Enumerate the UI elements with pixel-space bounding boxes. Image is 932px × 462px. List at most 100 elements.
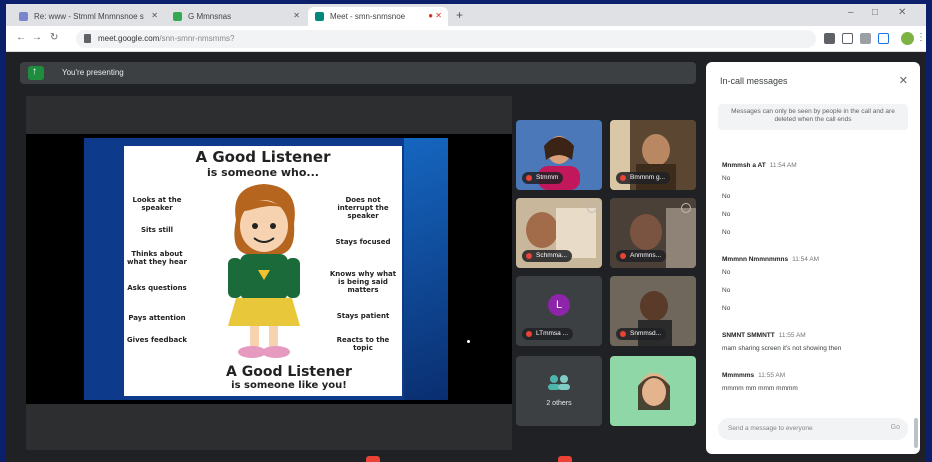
cast-icon[interactable] [878, 33, 889, 44]
chat-scrollbar[interactable] [914, 418, 918, 448]
message-header: Mnmmsh a AT 11:54 AM [722, 162, 908, 169]
participant-name: Snmmsd... [616, 328, 667, 340]
message-header: Mmmnn Nmmnmmns 11:54 AM [722, 256, 908, 263]
others-count: 2 others [546, 400, 572, 407]
profile-avatar[interactable] [901, 32, 914, 45]
message-text: mmmm mm mmm mmmm [722, 385, 798, 392]
presenting-banner: You're presenting [20, 62, 696, 84]
slide-item: Knows why what is being said matters [329, 270, 397, 294]
browser-window: Re: www - Stmml Mnmnsnoe s ✕ G Mmnsnas ✕… [6, 4, 926, 462]
message-header: Mmmmms 11:55 AM [722, 372, 908, 379]
url-host: meet.google.com [98, 34, 160, 43]
participant-name-text: Snmmsd... [630, 330, 662, 337]
participant-name: Anmmns... [616, 250, 667, 262]
participant-name-text: Stmmm [536, 174, 559, 181]
participant-name-text: Anmmns... [630, 252, 662, 259]
browser-toolbar: ← → ↻ meet.google.com/snn-smnr-nmsmms? ⋮ [6, 26, 926, 52]
reload-icon[interactable]: ↻ [50, 32, 58, 43]
message-time: 11:54 AM [792, 256, 820, 263]
message-header: SNMNT SMMNTT 11:55 AM [722, 332, 908, 339]
close-icon[interactable]: ✕ [293, 11, 300, 20]
pointer-dot [467, 340, 470, 343]
close-icon[interactable]: ✕ [899, 74, 908, 87]
message-sender: Mmmnn Nmmnmmns [722, 256, 789, 263]
chat-input-placeholder: Send a message to everyone [728, 425, 813, 432]
muted-mic-icon [526, 331, 532, 337]
participant-name-text: Schmma... [536, 252, 568, 259]
window-close-button[interactable]: ✕ [898, 7, 906, 18]
tab-strip: Re: www - Stmml Mnmnsnoe s ✕ G Mmnsnas ✕… [6, 4, 926, 26]
back-arrow-icon[interactable]: ← [16, 32, 26, 43]
participant-name: Bmmnm g... [616, 172, 671, 184]
slide-card: A Good Listener is someone who... Looks … [124, 146, 402, 396]
message-time: 11:55 AM [778, 332, 806, 339]
muted-mic-icon [620, 175, 626, 181]
message-sender: Mnmmsh a AT [722, 162, 766, 169]
participant-tile[interactable]: Schmma... [516, 198, 602, 268]
slide: A Good Listener is someone who... Looks … [84, 138, 448, 400]
message-sender: Mmmmms [722, 372, 755, 379]
slide-footer-subtitle: is someone like you! [231, 380, 347, 391]
participant-tile[interactable] [610, 356, 696, 426]
extension-icon[interactable] [860, 33, 871, 44]
star-icon[interactable] [842, 33, 853, 44]
people-icon [548, 375, 570, 390]
camera-icon[interactable] [824, 33, 835, 44]
present-screen-icon [28, 66, 44, 80]
chat-message-input[interactable]: Send a message to everyone Go [718, 418, 908, 440]
meet-view: You're presenting A Good Listener is som… [6, 52, 926, 462]
tab-2[interactable]: G Mmnsnas ✕ [166, 7, 306, 26]
message-text: No [722, 229, 731, 236]
address-bar[interactable]: meet.google.com/snn-smnr-nmsmms? [76, 30, 816, 48]
mic-off-button[interactable] [366, 456, 380, 462]
close-icon[interactable]: ● ✕ [428, 11, 442, 20]
muted-mic-icon [526, 253, 532, 259]
minimize-button[interactable]: – [848, 7, 854, 18]
forward-arrow-icon[interactable]: → [32, 32, 42, 43]
message-text: No [722, 287, 731, 294]
tab-3[interactable]: Meet - smn-snmsnoe ● ✕ [308, 7, 448, 26]
end-call-button[interactable] [558, 456, 572, 462]
slide-title: A Good Listener [195, 148, 331, 166]
pin-icon[interactable] [681, 203, 691, 213]
classroom-icon [173, 12, 182, 21]
others-tile[interactable]: 2 others [516, 356, 602, 426]
slide-item: Pays attention [128, 314, 186, 322]
close-icon[interactable]: ✕ [151, 11, 158, 20]
tab-1[interactable]: Re: www - Stmml Mnmnsnoe s ✕ [12, 7, 164, 26]
slide-item: Gives feedback [126, 336, 188, 344]
participant-tile[interactable]: Anmmns... [610, 198, 696, 268]
message-text: No [722, 193, 731, 200]
chat-title: In-call messages [720, 76, 788, 86]
participant-tile[interactable]: Stmmm [516, 120, 602, 190]
muted-mic-icon [620, 331, 626, 337]
participant-name: Schmma... [522, 250, 573, 262]
participant-name-text: Bmmnm g... [630, 174, 666, 181]
slide-item: Looks at the speaker [132, 196, 182, 212]
participant-tile[interactable]: Snmmsd... [610, 276, 696, 346]
new-tab-button[interactable]: + [456, 8, 463, 22]
lock-icon [84, 34, 91, 43]
presenting-text: You're presenting [62, 68, 124, 77]
slide-footer-title: A Good Listener [226, 364, 352, 380]
slide-item: Asks questions [127, 284, 187, 292]
slide-item: Sits still [140, 226, 174, 234]
message-sender: SNMNT SMMNTT [722, 332, 775, 339]
maximize-button[interactable]: □ [872, 7, 878, 18]
menu-dots-icon[interactable]: ⋮ [916, 32, 926, 43]
slide-item: Reacts to the topic [336, 336, 390, 352]
tab-1-label: Re: www - Stmml Mnmnsnoe s [34, 12, 144, 21]
message-text: No [722, 305, 731, 312]
send-button[interactable]: Go [891, 424, 900, 431]
message-time: 11:55 AM [758, 372, 786, 379]
tab-3-label: Meet - smn-snmsnoe [330, 12, 406, 21]
participant-name: LTmmsa ... [522, 328, 574, 340]
participant-tile[interactable]: L LTmmsa ... [516, 276, 602, 346]
message-group: Mmmmms 11:55 AM mmmm mm mmm mmmm [722, 372, 908, 403]
participant-tile[interactable]: Bmmnm g... [610, 120, 696, 190]
meet-icon [315, 12, 324, 21]
slide-item: Thinks about what they hear [127, 250, 187, 266]
message-text: No [722, 211, 731, 218]
message-text: No [722, 175, 731, 182]
pin-icon[interactable] [587, 203, 597, 213]
